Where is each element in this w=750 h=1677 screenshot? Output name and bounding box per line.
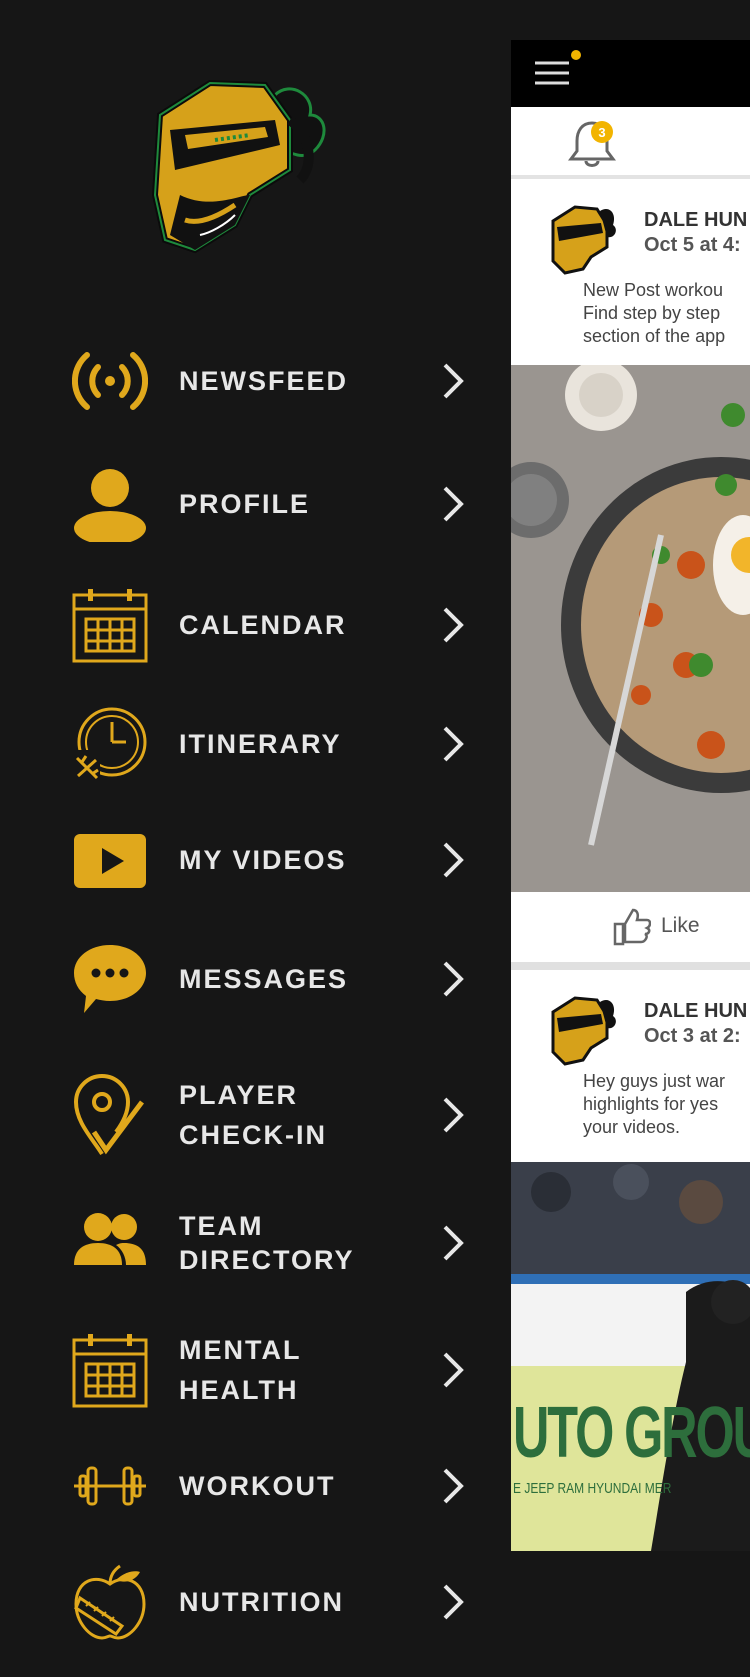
- menu-label: ITINERARY: [179, 729, 342, 759]
- chevron-right-icon: [440, 361, 466, 401]
- avatar: [551, 996, 616, 1066]
- unread-dot: [571, 50, 581, 60]
- location-check-icon: [72, 1072, 148, 1158]
- post-text: New Post workou Find step by step sectio…: [583, 280, 726, 346]
- menu-item-mental-health[interactable]: MENTAL HEALTH: [0, 1325, 511, 1415]
- post-author: DALE HUN: [644, 1000, 748, 1022]
- play-icon: [72, 822, 148, 898]
- menu-item-player-check-in[interactable]: PLAYER CHECK-IN: [0, 1070, 511, 1160]
- top-bar: [511, 40, 750, 107]
- navigation-drawer: NEWSFEED PROFILE CALENDAR ITINERARY MY V…: [0, 0, 511, 1677]
- post-text: Hey guys just war highlights for yes you…: [583, 1071, 726, 1137]
- dumbbell-icon: [72, 1448, 148, 1524]
- chevron-right-icon: [440, 840, 466, 880]
- chevron-right-icon: [440, 1095, 466, 1135]
- post-header: DALE HUN Oct 3 at 2: Hey guys just war h…: [511, 970, 750, 1150]
- menu-label: PROFILE: [179, 489, 311, 519]
- post-date: Oct 5 at 4:: [644, 234, 741, 256]
- post-author: DALE HUN: [644, 209, 748, 231]
- post-header: DALE HUN Oct 5 at 4: New Post workou Fin…: [511, 179, 750, 359]
- chevron-right-icon: [440, 1223, 466, 1263]
- post-image-hockey: UTO GROU E JEEP RAM HYUNDAI MER: [511, 1162, 750, 1551]
- chat-icon: [72, 941, 148, 1017]
- thumbs-up-icon[interactable]: [611, 904, 651, 946]
- like-bar[interactable]: Like: [511, 892, 750, 970]
- chevron-right-icon: [440, 1350, 466, 1390]
- knight-helmet-logo: [140, 75, 345, 270]
- like-button-label[interactable]: Like: [661, 914, 700, 938]
- broadcast-icon: [72, 343, 148, 419]
- menu-item-messages[interactable]: MESSAGES: [0, 934, 511, 1024]
- person-icon: [72, 466, 148, 542]
- calendar-icon: [72, 587, 148, 663]
- menu-label: TEAM DIRECTORY: [179, 1211, 355, 1275]
- menu-item-profile[interactable]: PROFILE: [0, 459, 511, 549]
- menu-label: NUTRITION: [179, 1587, 344, 1617]
- chevron-right-icon: [440, 959, 466, 999]
- menu-label: WORKOUT: [179, 1471, 336, 1501]
- menu-item-my-videos[interactable]: MY VIDEOS: [0, 815, 511, 905]
- chevron-right-icon: [440, 1582, 466, 1622]
- menu-label: NEWSFEED: [179, 366, 349, 396]
- menu-label: CALENDAR: [179, 610, 347, 640]
- banner-text: UTO GROU: [513, 1393, 750, 1473]
- clock-plane-icon: [72, 706, 148, 782]
- chevron-right-icon: [440, 1466, 466, 1506]
- menu-label: MESSAGES: [179, 964, 349, 994]
- chevron-right-icon: [440, 605, 466, 645]
- post-date: Oct 3 at 2:: [644, 1025, 741, 1047]
- post-image-food: [511, 365, 750, 892]
- apple-tape-icon: [72, 1564, 148, 1640]
- newsfeed-panel[interactable]: 3 DALE HUN Oct 5 at 4: New Post workou F…: [511, 40, 750, 1551]
- avatar: [551, 205, 616, 275]
- menu-label: MENTAL HEALTH: [179, 1335, 302, 1405]
- menu-item-calendar[interactable]: CALENDAR: [0, 580, 511, 670]
- menu-label: MY VIDEOS: [179, 845, 347, 875]
- menu-label: PLAYER CHECK-IN: [179, 1080, 327, 1150]
- chevron-right-icon: [440, 724, 466, 764]
- menu-item-workout[interactable]: WORKOUT: [0, 1441, 511, 1531]
- menu-item-itinerary[interactable]: ITINERARY: [0, 699, 511, 789]
- menu-item-nutrition[interactable]: NUTRITION: [0, 1557, 511, 1647]
- notification-bar: 3: [511, 107, 750, 179]
- menu-item-newsfeed[interactable]: NEWSFEED: [0, 336, 511, 426]
- notification-badge: 3: [591, 121, 613, 143]
- hamburger-menu-icon[interactable]: [533, 58, 573, 90]
- banner-subtext: E JEEP RAM HYUNDAI MER: [513, 1480, 672, 1497]
- menu-item-team-directory[interactable]: TEAM DIRECTORY: [0, 1198, 511, 1288]
- calendar-icon: [72, 1332, 148, 1408]
- group-icon: [72, 1205, 148, 1281]
- chevron-right-icon: [440, 484, 466, 524]
